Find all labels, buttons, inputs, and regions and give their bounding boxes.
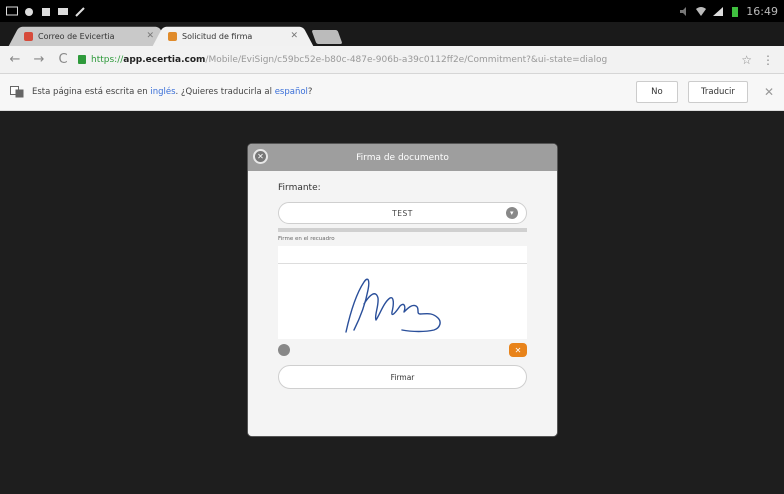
signal-icon [713,6,724,16]
mute-icon [680,6,687,16]
tab-solicitud[interactable]: Solicitud de firma ✕ [152,26,314,47]
no-translate-button[interactable]: No [635,81,678,103]
translate-button[interactable]: Traducir [687,81,748,103]
pen-settings-icon[interactable] [278,344,290,356]
msg-prefix: Esta página está escrita en [32,87,151,97]
cloud-icon [25,7,33,16]
tab-label: Correo de Evicertia [38,31,115,41]
chevron-down-icon: ▾ [506,207,518,219]
signature-stroke [345,278,441,333]
dialog-body: Firmante: TEST ▾ Firme en el recuadro ✕ … [248,171,557,436]
tab-strip: Correo de Evicertia ✕ Solicitud de firma… [0,22,784,47]
dialog-header: ✕ Firma de documento [248,144,557,171]
sign-button[interactable]: Firmar [278,365,527,389]
tab-correo[interactable]: Correo de Evicertia ✕ [8,26,170,47]
screen: 16:49 Correo de Evicertia ✕ Solicitud de… [0,0,784,494]
new-tab-button[interactable] [311,30,343,44]
translate-message: Esta página está escrita en inglés. ¿Qui… [32,87,626,97]
tab-label: Solicitud de firma [182,31,253,41]
signature-pad[interactable] [278,264,527,339]
lock-icon [78,55,86,64]
url-host: app.ecertia.com [123,54,206,65]
signature-pad-header [278,246,527,264]
signature-dialog: ✕ Firma de documento Firmante: TEST ▾ Fi… [248,144,557,436]
back-icon[interactable]: ← [6,51,24,69]
bookmark-star-icon[interactable]: ☆ [741,53,752,67]
msg-middle: . ¿Quieres traducirla al [175,87,275,97]
firmante-value: TEST [392,208,413,218]
bag-icon [42,7,50,16]
close-tab-icon[interactable]: ✕ [146,31,154,41]
pencil-icon [75,6,85,17]
translate-icon [10,86,24,98]
clear-signature-icon[interactable]: ✕ [509,343,527,357]
menu-icon[interactable]: ⋮ [762,53,774,67]
firmante-select[interactable]: TEST ▾ [278,202,527,224]
mail-favicon-icon [24,31,33,41]
msg-suffix: ? [307,87,313,97]
image-icon [58,7,68,15]
address-bar[interactable]: https:// app.ecertia.com /Mobile/EviSign… [78,50,735,70]
site-favicon-icon [168,31,177,41]
wifi-icon [696,6,707,16]
browser-toolbar: ← → C https:// app.ecertia.com /Mobile/E… [0,46,784,74]
url-path: /Mobile/EviSign/c59bc52e-b80c-487e-906b-… [205,54,608,65]
target-language-link[interactable]: español [275,87,308,97]
pad-tools: ✕ [278,341,527,359]
android-status-bar: 16:49 [0,0,784,22]
url-scheme: https:// [91,54,124,65]
signature-instruction: Firme en el recuadro [278,236,335,242]
screen-icon [6,6,18,15]
reload-icon[interactable]: C [54,51,72,69]
close-tab-icon[interactable]: ✕ [290,31,298,41]
dialog-close-icon[interactable]: ✕ [253,149,268,164]
close-infobar-icon[interactable]: ✕ [764,85,774,99]
translate-infobar: Esta página está escrita en inglés. ¿Qui… [0,74,784,111]
source-language-link[interactable]: inglés [150,87,175,97]
divider [278,228,527,232]
battery-icon [732,6,739,17]
firmante-label: Firmante: [278,183,321,193]
forward-icon[interactable]: → [30,51,48,69]
clock: 16:49 [746,4,778,18]
dialog-title: Firma de documento [356,152,449,163]
